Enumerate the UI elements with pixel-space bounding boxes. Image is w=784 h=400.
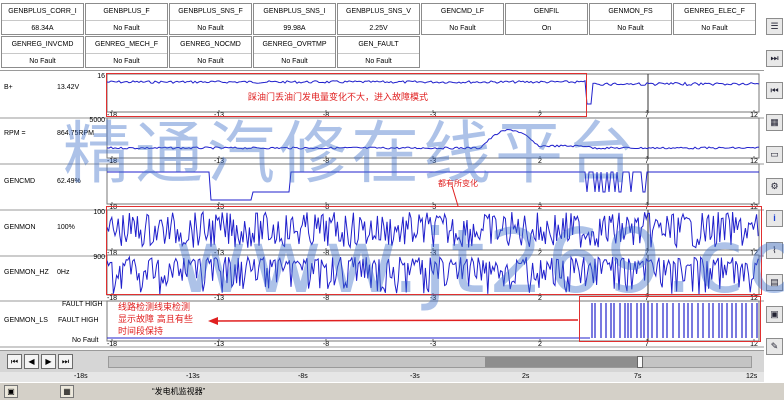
annotation-arrow-bottom: [213, 319, 579, 322]
annotation-arrows: [208, 185, 579, 325]
watermark-url: www.jt269.com: [175, 210, 784, 313]
annotation-arrowhead-bottom: [208, 317, 218, 325]
watermark-text: 精通汽修在线平台: [63, 115, 640, 194]
